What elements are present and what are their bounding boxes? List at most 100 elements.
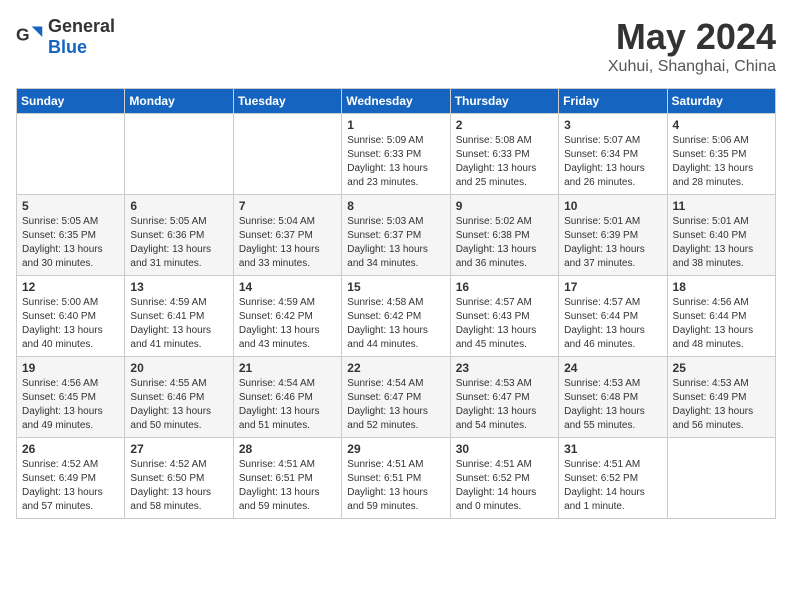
day-info-16: Sunrise: 4:57 AM Sunset: 6:43 PM Dayligh… bbox=[456, 296, 553, 352]
calendar-day-20: 20Sunrise: 4:55 AM Sunset: 6:46 PM Dayli… bbox=[125, 357, 233, 438]
day-info-15: Sunrise: 4:58 AM Sunset: 6:42 PM Dayligh… bbox=[347, 296, 444, 352]
day-info-1: Sunrise: 5:09 AM Sunset: 6:33 PM Dayligh… bbox=[347, 134, 444, 190]
location-title: Xuhui, Shanghai, China bbox=[608, 58, 776, 76]
logo-blue: Blue bbox=[48, 37, 87, 57]
day-info-4: Sunrise: 5:06 AM Sunset: 6:35 PM Dayligh… bbox=[673, 134, 770, 190]
calendar-week-3: 12 Sunrise: 5:00 AM Sunset: 6:40 PM Dayli… bbox=[17, 276, 776, 357]
day-info-20: Sunrise: 4:55 AM Sunset: 6:46 PM Dayligh… bbox=[130, 377, 227, 433]
day-info-26: Sunrise: 4:52 AM Sunset: 6:49 PM Dayligh… bbox=[22, 458, 119, 514]
calendar-day-11: 11 Sunrise: 5:01 AM Sunset: 6:40 PM Dayli… bbox=[667, 195, 775, 276]
calendar-day-1: 1 Sunrise: 5:09 AM Sunset: 6:33 PM Daylig… bbox=[342, 114, 450, 195]
day-number-14: 14 bbox=[239, 280, 336, 294]
day-number-13: 13 bbox=[130, 280, 227, 294]
day-number-3: 3 bbox=[564, 118, 661, 132]
calendar-day-17: 17Sunrise: 4:57 AM Sunset: 6:44 PM Dayli… bbox=[559, 276, 667, 357]
day-number-22: 22 bbox=[347, 361, 444, 375]
month-title: May 2024 bbox=[608, 16, 776, 58]
day-info-6: Sunrise: 5:05 AM Sunset: 6:36 PM Dayligh… bbox=[130, 215, 227, 271]
day-number-6: 6 bbox=[130, 199, 227, 213]
calendar-day-24: 24 Sunrise: 4:53 AM Sunset: 6:48 PM Dayli… bbox=[559, 357, 667, 438]
calendar-day-7: 7Sunrise: 5:04 AM Sunset: 6:37 PM Daylig… bbox=[233, 195, 341, 276]
calendar-empty-cell bbox=[17, 114, 125, 195]
day-number-1: 1 bbox=[347, 118, 444, 132]
calendar-week-4: 19 Sunrise: 4:56 AM Sunset: 6:45 PM Dayli… bbox=[17, 357, 776, 438]
day-info-27: Sunrise: 4:52 AM Sunset: 6:50 PM Dayligh… bbox=[130, 458, 227, 514]
calendar-table: SundayMondayTuesdayWednesdayThursdayFrid… bbox=[16, 88, 776, 519]
calendar-week-2: 5 Sunrise: 5:05 AM Sunset: 6:35 PM Daylig… bbox=[17, 195, 776, 276]
day-number-2: 2 bbox=[456, 118, 553, 132]
day-number-26: 26 bbox=[22, 442, 119, 456]
day-number-25: 25 bbox=[673, 361, 770, 375]
day-number-17: 17 bbox=[564, 280, 661, 294]
calendar-day-23: 23 Sunrise: 4:53 AM Sunset: 6:47 PM Dayli… bbox=[450, 357, 558, 438]
day-number-5: 5 bbox=[22, 199, 119, 213]
logo-general: General bbox=[48, 16, 115, 36]
calendar-day-26: 26 Sunrise: 4:52 AM Sunset: 6:49 PM Dayli… bbox=[17, 438, 125, 519]
day-number-24: 24 bbox=[564, 361, 661, 375]
logo-wordmark: General Blue bbox=[48, 16, 115, 58]
calendar-empty-cell bbox=[233, 114, 341, 195]
calendar-day-9: 9 Sunrise: 5:02 AM Sunset: 6:38 PM Daylig… bbox=[450, 195, 558, 276]
day-info-31: Sunrise: 4:51 AM Sunset: 6:52 PM Dayligh… bbox=[564, 458, 661, 514]
weekday-header-monday: Monday bbox=[125, 89, 233, 114]
day-number-27: 27 bbox=[130, 442, 227, 456]
day-number-23: 23 bbox=[456, 361, 553, 375]
weekday-header-saturday: Saturday bbox=[667, 89, 775, 114]
weekday-header-friday: Friday bbox=[559, 89, 667, 114]
day-info-30: Sunrise: 4:51 AM Sunset: 6:52 PM Dayligh… bbox=[456, 458, 553, 514]
calendar-day-16: 16 Sunrise: 4:57 AM Sunset: 6:43 PM Dayli… bbox=[450, 276, 558, 357]
calendar-week-1: 1 Sunrise: 5:09 AM Sunset: 6:33 PM Daylig… bbox=[17, 114, 776, 195]
weekday-header-row: SundayMondayTuesdayWednesdayThursdayFrid… bbox=[17, 89, 776, 114]
calendar-empty-cell bbox=[667, 438, 775, 519]
day-info-19: Sunrise: 4:56 AM Sunset: 6:45 PM Dayligh… bbox=[22, 377, 119, 433]
day-number-10: 10 bbox=[564, 199, 661, 213]
day-number-16: 16 bbox=[456, 280, 553, 294]
calendar-day-19: 19 Sunrise: 4:56 AM Sunset: 6:45 PM Dayli… bbox=[17, 357, 125, 438]
calendar-day-27: 27 Sunrise: 4:52 AM Sunset: 6:50 PM Dayli… bbox=[125, 438, 233, 519]
day-info-8: Sunrise: 5:03 AM Sunset: 6:37 PM Dayligh… bbox=[347, 215, 444, 271]
day-number-4: 4 bbox=[673, 118, 770, 132]
day-number-15: 15 bbox=[347, 280, 444, 294]
calendar-day-5: 5 Sunrise: 5:05 AM Sunset: 6:35 PM Daylig… bbox=[17, 195, 125, 276]
calendar-day-6: 6 Sunrise: 5:05 AM Sunset: 6:36 PM Daylig… bbox=[125, 195, 233, 276]
day-number-19: 19 bbox=[22, 361, 119, 375]
calendar-day-31: 31 Sunrise: 4:51 AM Sunset: 6:52 PM Dayli… bbox=[559, 438, 667, 519]
calendar-day-10: 10 Sunrise: 5:01 AM Sunset: 6:39 PM Dayli… bbox=[559, 195, 667, 276]
day-info-14: Sunrise: 4:59 AM Sunset: 6:42 PM Dayligh… bbox=[239, 296, 336, 352]
day-info-24: Sunrise: 4:53 AM Sunset: 6:48 PM Dayligh… bbox=[564, 377, 661, 433]
day-number-12: 12 bbox=[22, 280, 119, 294]
weekday-header-tuesday: Tuesday bbox=[233, 89, 341, 114]
day-info-18: Sunrise: 4:56 AM Sunset: 6:44 PM Dayligh… bbox=[673, 296, 770, 352]
calendar-day-22: 22 Sunrise: 4:54 AM Sunset: 6:47 PM Dayli… bbox=[342, 357, 450, 438]
day-number-21: 21 bbox=[239, 361, 336, 375]
day-info-29: Sunrise: 4:51 AM Sunset: 6:51 PM Dayligh… bbox=[347, 458, 444, 514]
logo-icon: G bbox=[16, 23, 44, 51]
day-number-9: 9 bbox=[456, 199, 553, 213]
page-header: G General Blue May 2024 Xuhui, Shanghai,… bbox=[16, 16, 776, 76]
day-info-12: Sunrise: 5:00 AM Sunset: 6:40 PM Dayligh… bbox=[22, 296, 119, 352]
calendar-empty-cell bbox=[125, 114, 233, 195]
day-info-10: Sunrise: 5:01 AM Sunset: 6:39 PM Dayligh… bbox=[564, 215, 661, 271]
day-info-11: Sunrise: 5:01 AM Sunset: 6:40 PM Dayligh… bbox=[673, 215, 770, 271]
title-section: May 2024 Xuhui, Shanghai, China bbox=[608, 16, 776, 76]
day-info-25: Sunrise: 4:53 AM Sunset: 6:49 PM Dayligh… bbox=[673, 377, 770, 433]
day-info-3: Sunrise: 5:07 AM Sunset: 6:34 PM Dayligh… bbox=[564, 134, 661, 190]
day-info-9: Sunrise: 5:02 AM Sunset: 6:38 PM Dayligh… bbox=[456, 215, 553, 271]
day-number-29: 29 bbox=[347, 442, 444, 456]
calendar-day-29: 29 Sunrise: 4:51 AM Sunset: 6:51 PM Dayli… bbox=[342, 438, 450, 519]
calendar-day-2: 2 Sunrise: 5:08 AM Sunset: 6:33 PM Daylig… bbox=[450, 114, 558, 195]
day-info-23: Sunrise: 4:53 AM Sunset: 6:47 PM Dayligh… bbox=[456, 377, 553, 433]
logo: G General Blue bbox=[16, 16, 115, 58]
weekday-header-sunday: Sunday bbox=[17, 89, 125, 114]
day-info-22: Sunrise: 4:54 AM Sunset: 6:47 PM Dayligh… bbox=[347, 377, 444, 433]
calendar-day-4: 4 Sunrise: 5:06 AM Sunset: 6:35 PM Daylig… bbox=[667, 114, 775, 195]
calendar-day-12: 12 Sunrise: 5:00 AM Sunset: 6:40 PM Dayli… bbox=[17, 276, 125, 357]
calendar-day-25: 25 Sunrise: 4:53 AM Sunset: 6:49 PM Dayli… bbox=[667, 357, 775, 438]
day-number-28: 28 bbox=[239, 442, 336, 456]
day-info-5: Sunrise: 5:05 AM Sunset: 6:35 PM Dayligh… bbox=[22, 215, 119, 271]
day-info-2: Sunrise: 5:08 AM Sunset: 6:33 PM Dayligh… bbox=[456, 134, 553, 190]
day-number-11: 11 bbox=[673, 199, 770, 213]
day-number-8: 8 bbox=[347, 199, 444, 213]
calendar-day-3: 3 Sunrise: 5:07 AM Sunset: 6:34 PM Daylig… bbox=[559, 114, 667, 195]
day-number-31: 31 bbox=[564, 442, 661, 456]
